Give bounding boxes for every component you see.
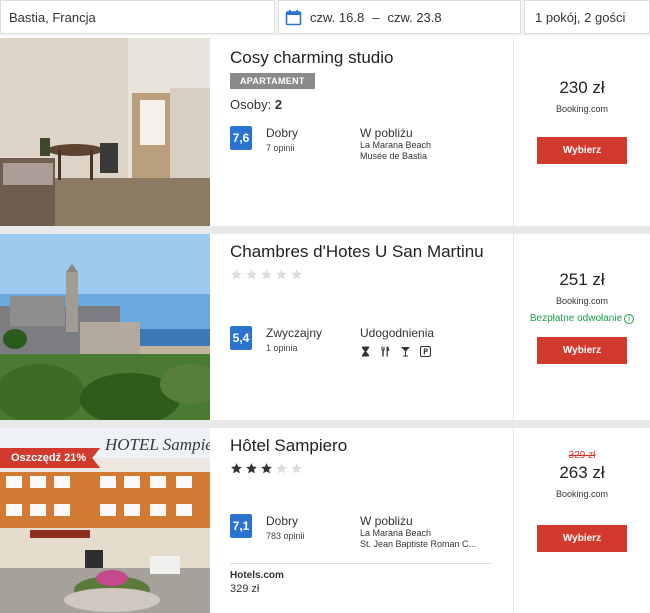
star-rating [230,268,510,281]
rating-row: 7,6 Dobry 7 opinii W pobliżu La Marana B… [230,126,510,162]
provider-name: Booking.com [555,296,609,306]
destination-field[interactable]: Bastia, Francja [0,0,275,34]
review-count: 1 opinia [266,343,298,353]
listing-info: Hôtel Sampiero 7,1 Dobry 783 opinii W po… [230,428,510,549]
alternative-offer[interactable]: Hotels.com 329 zł [230,563,492,595]
listing-info: Chambres d'Hotes U San Martinu 5,4 Zwycz… [230,234,510,357]
select-button[interactable]: Wybierz [537,137,627,164]
rating-score[interactable]: 5,4 [230,326,252,350]
destination-value: Bastia, Francja [9,9,96,25]
nearby-item: La Marana Beach [360,528,432,538]
select-button[interactable]: Wybierz [537,525,627,552]
rating-word: Dobry [266,514,299,528]
listing-title[interactable]: Hôtel Sampiero [230,436,510,456]
nearby-section: W pobliżu La Marana Beach Musée de Basti… [360,126,510,162]
nearby-item: St. Jean Baptiste Roman C... [360,539,477,549]
rating-word: Zwyczajny [266,326,323,340]
card-divider [0,420,650,428]
price-column: 251 zł Booking.com Bezpłatne odwołanie i … [513,234,650,420]
star-icon [276,463,287,474]
alt-price: 329 zł [230,583,260,595]
review-count: 783 opinii [266,531,305,541]
alt-provider-name: Hotels.com [230,570,284,581]
amenities-list [360,346,510,357]
star-icon [261,269,272,280]
listing-title[interactable]: Chambres d'Hotes U San Martinu [230,242,510,262]
free-cancellation-label: Bezpłatne odwołanie [529,313,623,324]
nearby-section: W pobliżu La Marana Beach St. Jean Bapti… [360,514,510,550]
restaurant-icon [380,346,391,357]
rating-summary: Dobry 783 opinii [266,514,360,550]
nearby-item: Musée de Bastia [360,151,428,161]
savings-badge: Oszczędź 21% [0,448,101,468]
rating-score[interactable]: 7,1 [230,514,252,538]
listing-info: Cosy charming studio APARTAMENT Osoby: 2… [230,38,510,161]
price[interactable]: 230 zł [514,78,650,98]
search-bar: Bastia, Francja czw. 16.8 – czw. 23.8 1 … [0,0,650,36]
bar-icon [400,346,411,357]
star-icon [231,269,242,280]
star-icon [261,463,272,474]
info-icon[interactable]: i [624,314,635,324]
rating-summary: Zwyczajny 1 opinia [266,326,360,357]
star-icon [291,269,302,280]
guests-label: Osoby: [230,97,272,112]
guests-value: 1 pokój, 2 gości [535,9,626,25]
hotel-sign: HOTEL Sampiero [104,435,210,454]
star-icon [231,463,242,474]
guests-field[interactable]: 1 pokój, 2 gości [524,0,650,34]
star-icon [246,269,257,280]
star-icon [291,463,302,474]
rating-summary: Dobry 7 opinii [266,126,360,162]
listing-photo[interactable] [0,38,210,226]
amenities-label: Udogodnienia [360,326,435,340]
price-column: 230 zł Booking.com Wybierz [513,38,650,226]
rating-row: 5,4 Zwyczajny 1 opinia Udogodnienia [230,326,510,357]
rating-score[interactable]: 7,6 [230,126,252,150]
rating-word: Dobry [266,126,299,140]
dates-field[interactable]: czw. 16.8 – czw. 23.8 [278,0,521,34]
select-button[interactable]: Wybierz [537,337,627,364]
review-count: 7 opinii [266,143,295,153]
listing-photo[interactable] [0,234,210,420]
nearby-label: W pobliżu [360,126,413,140]
amenities-section: Udogodnienia [360,326,510,357]
date-separator: – [372,9,380,25]
star-icon [276,269,287,280]
listing-card[interactable]: Cosy charming studio APARTAMENT Osoby: 2… [0,38,650,226]
parking-icon [420,346,431,357]
nearby-item: La Marana Beach [360,140,432,150]
star-icon [246,463,257,474]
original-price: 329 zł [568,450,596,461]
check-in-date: czw. 16.8 [310,9,365,25]
price[interactable]: 251 zł [514,270,650,290]
free-cancellation[interactable]: Bezpłatne odwołanie i [514,313,650,324]
price-column: 329 zł 263 zł Booking.com Wybierz [513,428,650,613]
listing-card[interactable]: HOTEL Sampiero Oszczędź 21% Hôtel Sampie… [0,428,650,613]
listing-card[interactable]: Chambres d'Hotes U San Martinu 5,4 Zwycz… [0,234,650,420]
provider-name: Booking.com [555,489,609,499]
price[interactable]: 263 zł [514,463,650,483]
provider-name: Booking.com [555,104,609,114]
hourglass-icon [360,346,371,357]
rating-row: 7,1 Dobry 783 opinii W pobliżu La Marana… [230,514,510,550]
property-type-badge: APARTAMENT [230,73,315,89]
check-out-date: czw. 23.8 [387,9,442,25]
guests-info: Osoby: 2 [230,97,510,112]
listing-title[interactable]: Cosy charming studio [230,48,510,68]
calendar-icon [285,9,302,26]
nearby-label: W pobliżu [360,514,413,528]
card-divider [0,226,650,234]
star-rating [230,462,510,475]
guests-count: 2 [274,97,283,112]
